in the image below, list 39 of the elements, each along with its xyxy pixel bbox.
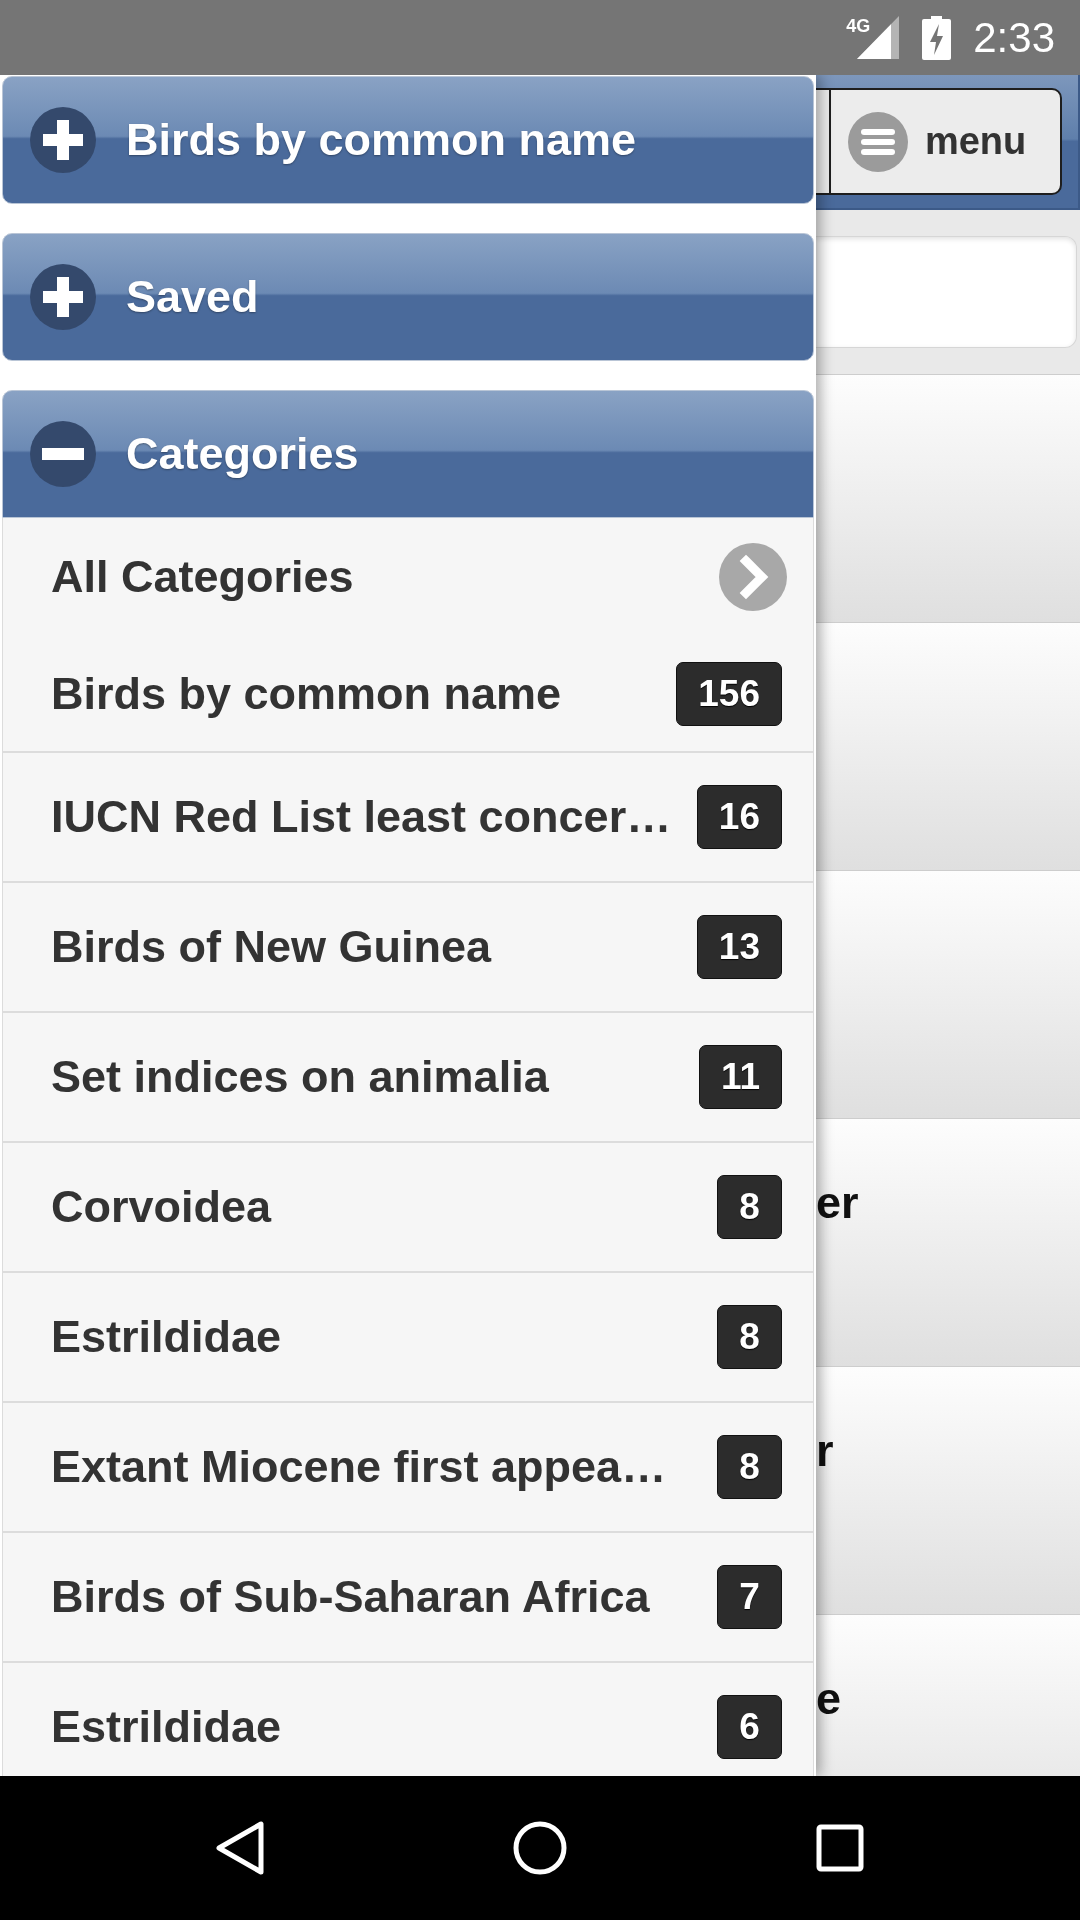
menu-button[interactable]: menu xyxy=(828,88,1062,195)
category-item[interactable]: Estrildidae 8 xyxy=(3,1271,813,1401)
collapsible-header[interactable]: Categories xyxy=(2,390,814,518)
count-badge: 8 xyxy=(717,1435,782,1499)
minus-icon xyxy=(30,421,96,487)
category-item[interactable]: Extant Miocene first appea… 8 xyxy=(3,1401,813,1531)
battery-charging-icon xyxy=(922,15,952,60)
plus-icon xyxy=(30,264,96,330)
count-badge: 6 xyxy=(717,1695,782,1759)
list-item[interactable] xyxy=(816,870,1080,1118)
collapsible-header[interactable]: Birds by common name xyxy=(2,76,814,204)
list-item[interactable]: r xyxy=(816,1366,1080,1614)
list-item[interactable] xyxy=(816,622,1080,870)
category-item[interactable]: Set indices on animalia 11 xyxy=(3,1011,813,1141)
back-icon[interactable] xyxy=(215,1820,265,1876)
home-icon[interactable] xyxy=(513,1821,567,1875)
menu-icon xyxy=(847,111,908,172)
count-badge: 13 xyxy=(696,915,782,979)
list-item[interactable] xyxy=(816,374,1080,622)
list-item[interactable]: er xyxy=(816,1118,1080,1366)
clock-time: 2:33 xyxy=(973,13,1055,62)
recent-apps-icon[interactable] xyxy=(816,1824,864,1872)
input-field[interactable] xyxy=(816,236,1077,348)
count-badge: 7 xyxy=(717,1565,782,1629)
network-type-label: 4G xyxy=(846,17,871,35)
count-badge: 11 xyxy=(698,1045,782,1109)
count-badge: 156 xyxy=(676,661,782,726)
category-item[interactable]: Corvoidea 8 xyxy=(3,1141,813,1271)
count-badge: 8 xyxy=(717,1305,782,1369)
category-item[interactable]: Birds of New Guinea 13 xyxy=(3,881,813,1011)
count-badge: 16 xyxy=(696,785,782,849)
chevron-right-icon xyxy=(719,543,787,611)
plus-icon xyxy=(30,107,96,173)
category-item[interactable]: Birds of Sub-Saharan Africa 7 xyxy=(3,1531,813,1661)
count-badge: 8 xyxy=(717,1175,782,1239)
category-item[interactable]: IUCN Red List least concer… 16 xyxy=(3,751,813,881)
category-item[interactable]: Birds by common name 156 xyxy=(3,636,813,751)
collapsible-header[interactable]: Saved xyxy=(2,233,814,361)
category-link[interactable]: All Categories xyxy=(3,518,813,636)
